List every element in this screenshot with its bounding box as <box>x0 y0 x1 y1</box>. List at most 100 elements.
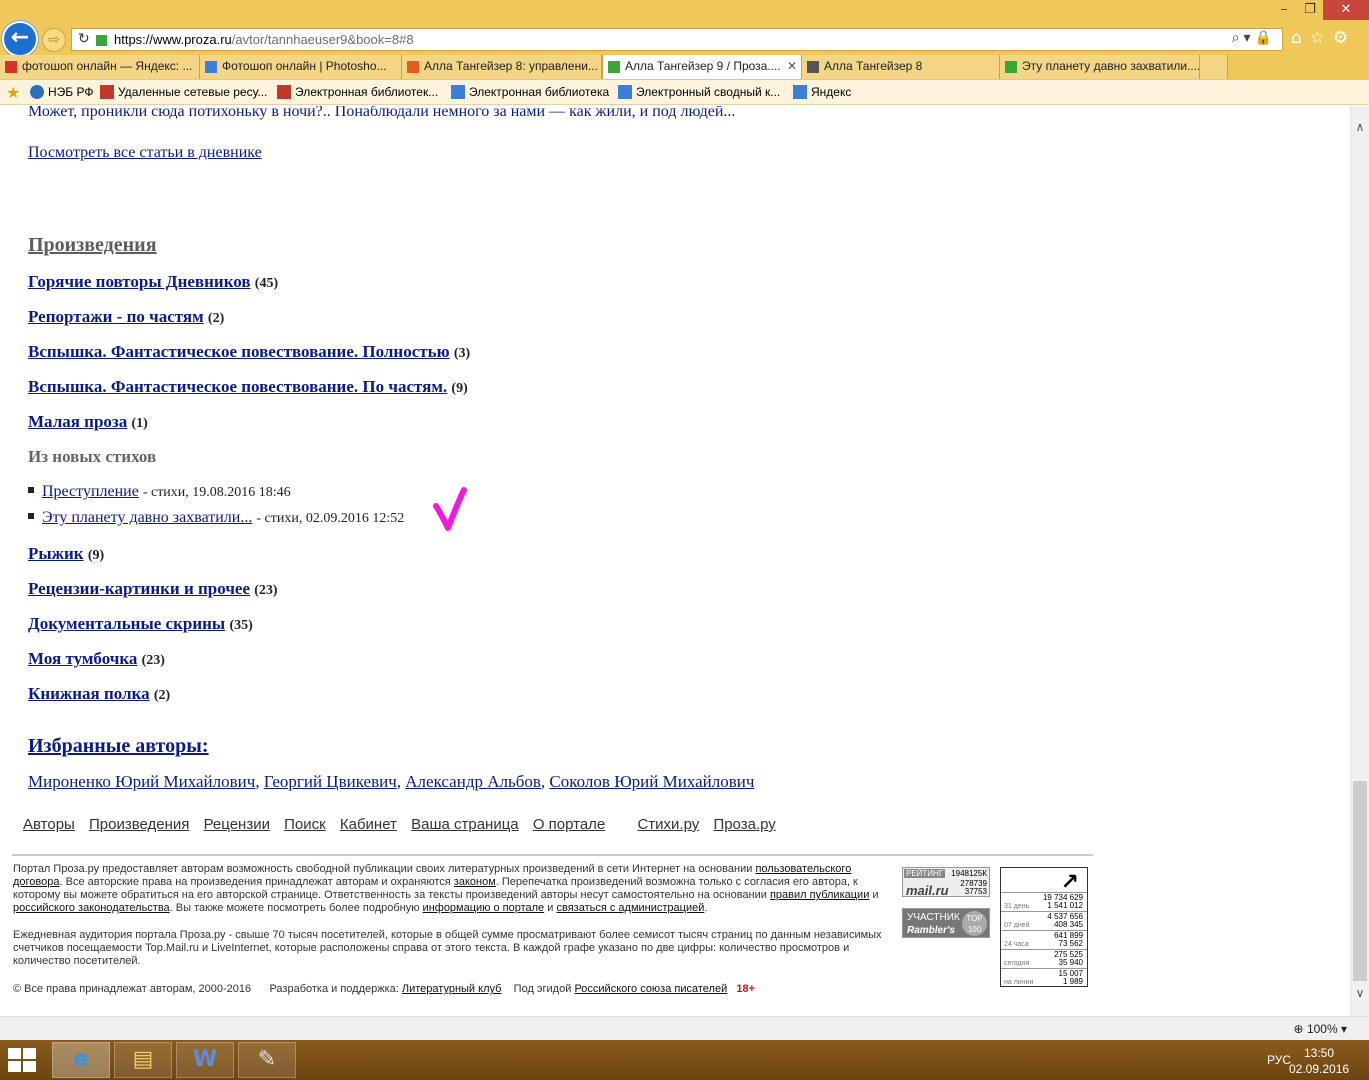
work-row: Рецензии-картинки и прочее (23) <box>28 579 278 599</box>
diary-all-link[interactable]: Посмотреть все статьи в дневнике <box>28 144 262 162</box>
work-link[interactable]: Репортажи - по частям <box>28 307 204 326</box>
clock[interactable]: 13:50 02.09.2016 <box>1289 1045 1349 1077</box>
favorites-center-icon[interactable]: ★ <box>6 83 20 102</box>
favorite-icon <box>451 85 465 99</box>
paint-taskbar-icon[interactable]: ✎ <box>238 1042 296 1078</box>
favorite-icon <box>793 85 807 99</box>
favorite-author-link[interactable]: Соколов Юрий Михайлович <box>549 772 754 791</box>
li-counter-row: 31 день 19 734 629 1 541 012 <box>1001 892 1087 911</box>
publication-rules-link[interactable]: правил публикации <box>770 889 869 901</box>
forward-button[interactable]: ⇨ <box>42 28 66 52</box>
tab-favicon <box>5 61 17 73</box>
page-content: Может, проникли сюда потихоньку в ночи?.… <box>0 106 1350 1016</box>
scrollbar-thumb[interactable] <box>1353 781 1367 981</box>
lock-icon[interactable]: 🔒 <box>1255 30 1276 46</box>
lit-club-link[interactable]: Литературный клуб <box>402 983 502 995</box>
ie-taskbar-icon[interactable]: e <box>52 1042 110 1078</box>
scroll-down-icon[interactable]: ∨ <box>1351 986 1369 1000</box>
favorite-author-link[interactable]: Георгий Цвикевич <box>264 772 397 791</box>
footer-nav-link[interactable]: Кабинет <box>340 816 397 833</box>
gear-icon[interactable]: ⚙ <box>1333 28 1356 48</box>
work-link[interactable]: Рецензии-картинки и прочее <box>28 579 250 598</box>
footer-nav-link[interactable]: Поиск <box>284 816 326 833</box>
favorite-item[interactable]: Яндекс <box>793 85 851 99</box>
refresh-icon[interactable]: ↻ <box>78 31 90 47</box>
footer-nav-link[interactable]: Ваша страница <box>411 816 519 833</box>
work-row: Рыжик (9) <box>28 544 104 564</box>
tab-6[interactable]: Эту планету давно захватили.... <box>1000 55 1200 79</box>
sister-site-link[interactable]: Проза.ру <box>713 816 775 833</box>
close-window-icon[interactable]: ✕ <box>1323 0 1369 20</box>
poem-item: Преступление - стихи, 19.08.2016 18:46 <box>28 483 291 501</box>
rambler-top100-badge: TOP 100 <box>962 911 987 936</box>
tab-1[interactable]: фотошоп онлайн — Яндекс: ... <box>0 55 200 79</box>
poem-meta: - стихи, 02.09.2016 12:52 <box>256 511 405 526</box>
status-bar: ⊕ 100% ▾ <box>0 1016 1369 1040</box>
footer-copyright-line: © Все права принадлежат авторам, 2000-20… <box>13 983 756 995</box>
footer-nav-link[interactable]: Произведения <box>89 816 189 833</box>
work-link[interactable]: Моя тумбочка <box>28 649 137 668</box>
tab-4[interactable]: Алла Тангейзер 9 / Проза.... ✕ <box>602 55 802 79</box>
poem-link[interactable]: Преступление <box>42 483 139 500</box>
li-counter-row: сегодня 275 525 35 940 <box>1001 949 1087 968</box>
work-count: (9) <box>87 548 105 563</box>
work-link[interactable]: Вспышка. Фантастическое повествование. П… <box>28 342 450 361</box>
tab-bar: фотошоп онлайн — Яндекс: ... Фотошоп онла… <box>0 55 1369 79</box>
writers-union-link[interactable]: Российского союза писателей <box>574 983 727 995</box>
windows-start-icon[interactable] <box>8 1048 38 1074</box>
search-icon[interactable]: ⌕ <box>1232 30 1244 46</box>
explorer-taskbar-icon[interactable]: ▤ <box>114 1042 172 1078</box>
favorite-item[interactable]: Электронная библиотек... <box>277 85 438 99</box>
favorite-author-link[interactable]: Мироненко Юрий Михайлович <box>28 772 255 791</box>
mail-ru-counter[interactable]: РЕЙТИНГ 1948125К 278739 37753 mail.ru <box>902 867 990 898</box>
portal-info-link[interactable]: информацию о портале <box>423 902 545 914</box>
minimize-icon[interactable]: – <box>1271 0 1297 20</box>
scroll-up-icon[interactable]: ∧ <box>1351 120 1369 134</box>
work-link[interactable]: Вспышка. Фантастическое повествование. П… <box>28 377 447 396</box>
new-tab-button[interactable] <box>1200 55 1228 79</box>
work-link[interactable]: Малая проза <box>28 412 127 431</box>
url-text[interactable]: https://www.proza.ru/avtor/tannhaeuser9&… <box>114 32 414 47</box>
tab-3[interactable]: Алла Тангейзер 8: управлени... <box>402 55 602 79</box>
work-link[interactable]: Книжная полка <box>28 684 150 703</box>
tab-close-icon[interactable]: ✕ <box>787 55 797 78</box>
favorite-item[interactable]: Удаленные сетевые ресу... <box>100 85 267 99</box>
rambler-top100-counter[interactable]: УЧАСТНИК Rambler's TOP 100 <box>902 908 990 938</box>
word-taskbar-icon[interactable]: W <box>176 1042 234 1078</box>
liveinternet-counter[interactable]: ↗ 31 день 19 734 629 1 541 012 07 дней 4 537… <box>1000 867 1088 987</box>
favorite-author-link[interactable]: Александр Альбов <box>405 772 541 791</box>
language-indicator[interactable]: РУС <box>1267 1053 1291 1067</box>
home-icon[interactable]: ⌂ <box>1291 28 1310 48</box>
work-link[interactable]: Рыжик <box>28 544 84 563</box>
tab-favicon <box>807 61 819 73</box>
russian-law-link[interactable]: российского законодательства <box>13 902 170 914</box>
work-link[interactable]: Документальные скрины <box>28 614 225 633</box>
tab-5[interactable]: Алла Тангейзер 8 <box>802 55 1000 79</box>
portal-description: Портал Проза.ру предоставляет авторам во… <box>13 863 879 914</box>
favorite-item[interactable]: Электронная библиотека <box>451 85 609 99</box>
law-link[interactable]: законом <box>454 876 496 888</box>
poem-meta: - стихи, 19.08.2016 18:46 <box>142 485 291 500</box>
window-controls: – ❐ ✕ <box>1271 0 1369 20</box>
footer-nav-link[interactable]: Авторы <box>23 816 75 833</box>
favorite-item[interactable]: НЭБ РФ <box>30 85 94 99</box>
maximize-icon[interactable]: ❐ <box>1297 0 1323 20</box>
work-count: (45) <box>254 276 279 291</box>
poem-link[interactable]: Эту планету давно захватили... <box>42 509 252 526</box>
audience-text: Ежедневная аудитория портала Проза.ру - … <box>13 929 882 967</box>
address-bar[interactable]: ↻ https://www.proza.ru/avtor/tannhaeuser… <box>71 28 1283 51</box>
dropdown-icon[interactable]: ▾ <box>1244 30 1255 46</box>
zoom-control[interactable]: ⊕ 100% ▾ <box>1294 1022 1347 1036</box>
favorite-item[interactable]: Электронный сводный к... <box>618 85 780 99</box>
sister-site-link[interactable]: Стихи.ру <box>637 816 699 833</box>
contact-admin-link[interactable]: связаться с администрацией <box>556 902 704 914</box>
work-link[interactable]: Горячие повторы Дневников <box>28 272 251 291</box>
favorites-star-icon[interactable]: ☆ <box>1310 28 1333 48</box>
vertical-scrollbar[interactable]: ∧ ∨ <box>1350 106 1369 1016</box>
tab-2[interactable]: Фотошоп онлайн | Photosho... <box>200 55 402 79</box>
favorite-icon <box>277 85 291 99</box>
footer-nav-link[interactable]: О портале <box>533 816 605 833</box>
work-count: (35) <box>229 618 253 633</box>
footer-nav-link[interactable]: Рецензии <box>204 816 270 833</box>
back-button[interactable]: ← <box>2 21 38 57</box>
